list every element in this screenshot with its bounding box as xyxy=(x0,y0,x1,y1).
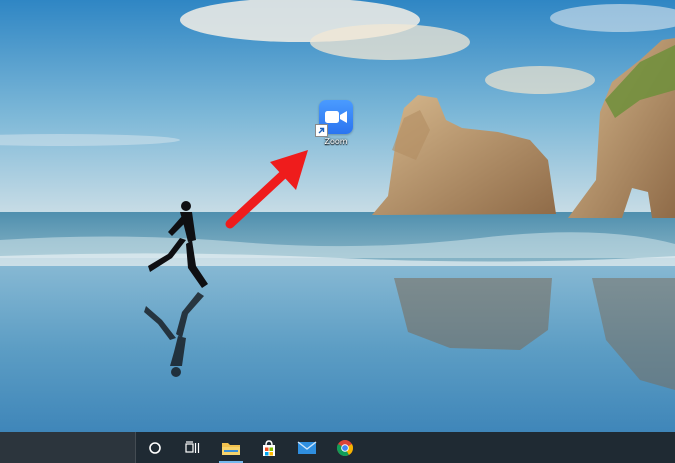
zoom-desktop-icon[interactable]: Zoom xyxy=(312,100,360,158)
file-explorer-button[interactable] xyxy=(212,432,250,463)
task-view-button[interactable] xyxy=(174,432,212,463)
chrome-icon xyxy=(336,439,353,456)
taskbar-search-box[interactable] xyxy=(0,432,136,463)
mail-icon xyxy=(297,440,317,454)
chrome-button[interactable] xyxy=(326,432,364,463)
cortana-icon xyxy=(149,441,161,454)
shortcut-arrow-icon xyxy=(315,124,328,137)
cortana-button[interactable] xyxy=(136,432,174,463)
taskbar xyxy=(0,432,675,463)
task-view-icon xyxy=(185,440,200,453)
microsoft-store-icon xyxy=(263,439,275,456)
desktop-wallpaper xyxy=(0,0,675,432)
desktop: Zoom xyxy=(0,0,675,463)
zoom-app-icon xyxy=(315,100,353,137)
file-explorer-icon xyxy=(222,442,240,455)
video-camera-icon xyxy=(325,111,347,123)
zoom-icon-label: Zoom xyxy=(324,137,348,146)
mail-button[interactable] xyxy=(288,432,326,463)
microsoft-store-button[interactable] xyxy=(250,432,288,463)
